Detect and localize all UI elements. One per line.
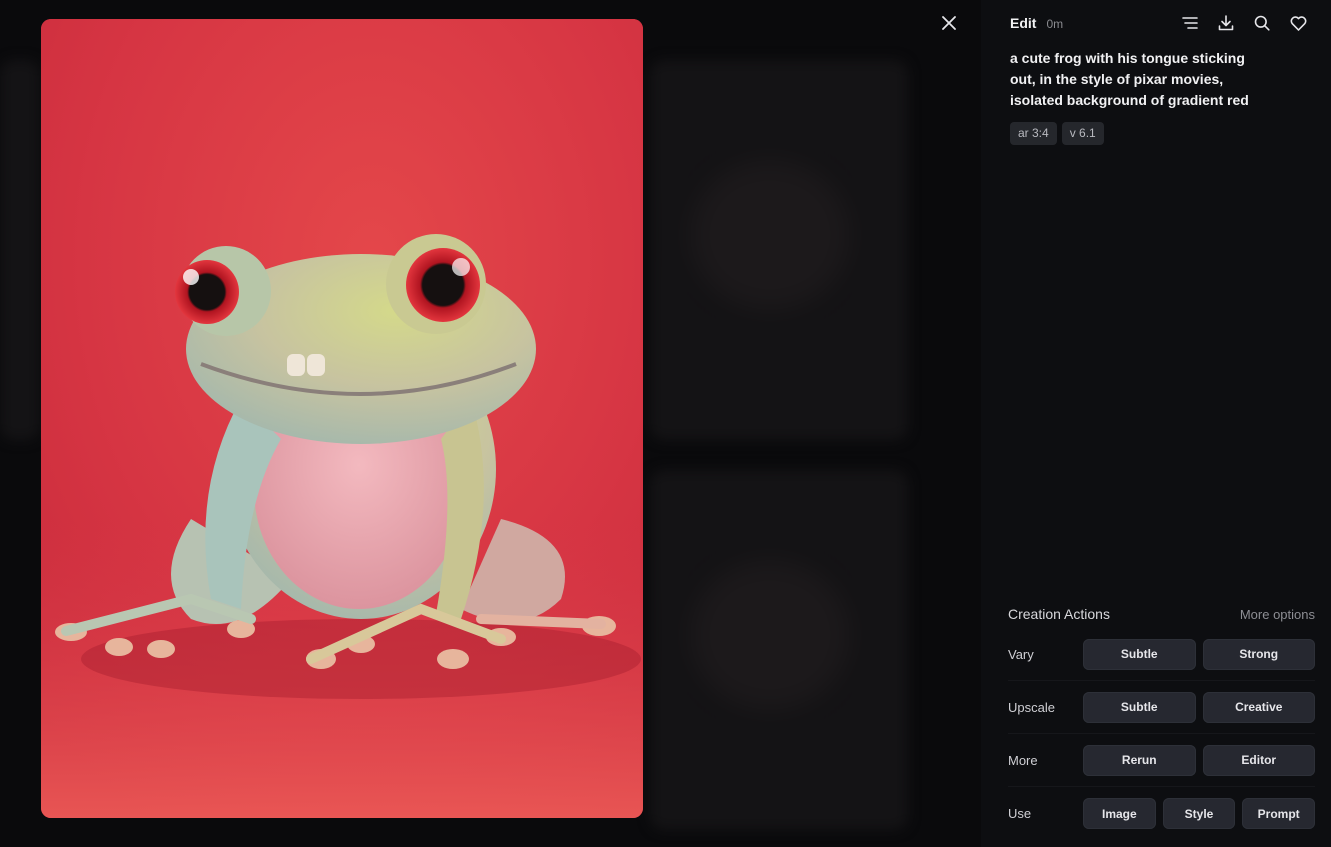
creation-actions-header: Creation Actions More options bbox=[1008, 600, 1315, 628]
details-panel: Edit 0m a cute frog with his tongue stic… bbox=[981, 0, 1331, 847]
editor-button[interactable]: Editor bbox=[1202, 744, 1315, 776]
prompt-text: a cute frog with his tongue sticking out… bbox=[1010, 50, 1249, 108]
row-label: Upscale bbox=[1008, 699, 1055, 715]
blurred-thumbnail bbox=[0, 60, 40, 440]
image-viewer bbox=[0, 0, 981, 847]
panel-header: Edit 0m bbox=[1010, 15, 1063, 31]
use-style-button[interactable]: Style bbox=[1162, 798, 1236, 829]
timestamp: 0m bbox=[1046, 17, 1064, 31]
aspect-ratio-tag[interactable]: ar 3:4 bbox=[1010, 122, 1057, 145]
frog-illustration bbox=[41, 19, 643, 818]
upscale-row: Upscale Subtle Creative bbox=[1008, 681, 1315, 734]
use-image-button[interactable]: Image bbox=[1083, 798, 1156, 829]
more-row: More Rerun Editor bbox=[1008, 734, 1315, 787]
header-actions bbox=[1179, 12, 1309, 34]
row-label: Vary bbox=[1008, 646, 1034, 662]
blurred-thumbnail bbox=[650, 60, 908, 440]
vary-subtle-button[interactable]: Subtle bbox=[1083, 638, 1196, 670]
vary-row: Vary Subtle Strong bbox=[1008, 628, 1315, 681]
upscale-subtle-button[interactable]: Subtle bbox=[1083, 691, 1196, 723]
parameter-tags: ar 3:4 v 6.1 bbox=[1010, 122, 1104, 145]
download-button[interactable] bbox=[1215, 12, 1237, 34]
use-row: Use Image Style Prompt bbox=[1008, 787, 1316, 840]
more-options-link[interactable]: More options bbox=[1240, 607, 1315, 622]
creation-actions: Creation Actions More options Vary Subtl… bbox=[1008, 600, 1316, 840]
rerun-button[interactable]: Rerun bbox=[1083, 744, 1196, 776]
close-button[interactable] bbox=[938, 12, 960, 34]
menu-button[interactable] bbox=[1179, 12, 1201, 34]
use-prompt-button[interactable]: Prompt bbox=[1242, 798, 1316, 829]
generated-image[interactable] bbox=[41, 19, 643, 818]
creation-actions-title: Creation Actions bbox=[1008, 606, 1110, 622]
row-label: More bbox=[1008, 752, 1038, 768]
blurred-thumbnail bbox=[650, 470, 908, 830]
menu-lines-icon bbox=[1182, 17, 1198, 29]
row-label: Use bbox=[1008, 806, 1032, 821]
heart-icon bbox=[1290, 15, 1306, 31]
close-icon bbox=[942, 16, 956, 30]
vary-strong-button[interactable]: Strong bbox=[1202, 638, 1315, 670]
search-icon bbox=[1254, 15, 1270, 31]
like-button[interactable] bbox=[1287, 12, 1309, 34]
version-tag[interactable]: v 6.1 bbox=[1061, 122, 1104, 145]
edit-link[interactable]: Edit bbox=[1010, 15, 1036, 31]
upscale-creative-button[interactable]: Creative bbox=[1202, 691, 1315, 723]
download-icon bbox=[1218, 15, 1234, 31]
search-button[interactable] bbox=[1251, 12, 1273, 34]
